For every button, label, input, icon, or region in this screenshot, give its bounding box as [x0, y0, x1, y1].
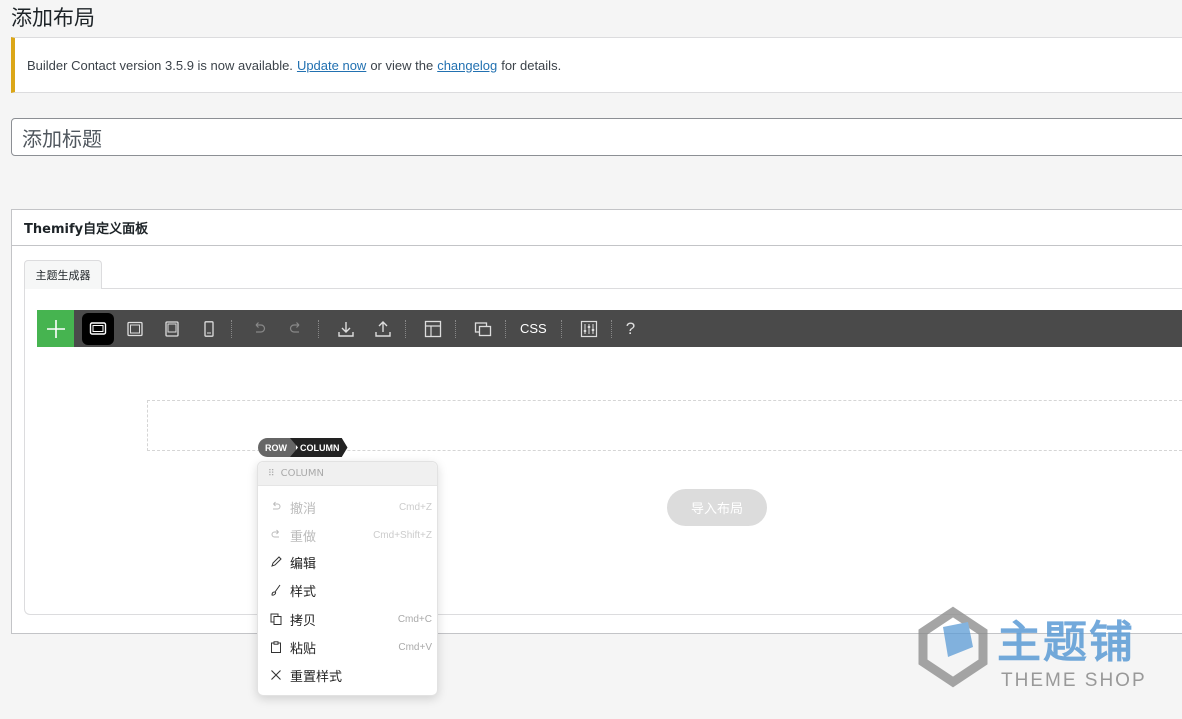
menu-item-style[interactable]: 样式 [258, 578, 439, 602]
menu-item-edit[interactable]: 编辑 [258, 550, 439, 574]
menu-item-copy[interactable]: 拷贝 Cmd+C [258, 607, 439, 631]
toolbar-separator [231, 319, 232, 338]
menu-item-label: 样式 [290, 584, 317, 600]
notice-text-middle: or view the [370, 57, 434, 73]
tablet-landscape-button[interactable] [119, 313, 151, 345]
toolbar-separator [318, 319, 319, 338]
toolbar-separator [455, 319, 456, 338]
tablet-portrait-button[interactable] [156, 313, 188, 345]
sliders-icon [580, 320, 597, 337]
page-title: 添加布局 [11, 6, 95, 30]
paste-icon [269, 640, 283, 654]
menu-item-label: 重做 [290, 529, 317, 545]
plus-icon [46, 319, 65, 338]
menu-item-label: 粘贴 [290, 641, 317, 657]
mobile-icon [204, 320, 214, 337]
desktop-icon [89, 321, 107, 335]
settings-button[interactable] [573, 313, 605, 345]
layout-icon [424, 320, 442, 337]
import-layout-button[interactable]: 导入布局 [667, 489, 767, 526]
breadcrumb-column[interactable]: COLUMN [290, 438, 348, 457]
brush-icon [269, 583, 283, 597]
menu-item-label: 拷贝 [290, 613, 317, 629]
duplicate-button[interactable] [467, 313, 499, 345]
watermark-text: 主题铺 [997, 617, 1135, 668]
watermark-subtext: THEME SHOP [1001, 670, 1147, 691]
desktop-view-button[interactable] [82, 312, 114, 345]
context-menu: ⠿ COLUMN 撤消 Cmd+Z 重做 Cmd+Shift+Z 编辑 样式 拷… [257, 461, 438, 696]
redo-button[interactable] [280, 313, 312, 345]
theme-shop-logo-icon [918, 606, 988, 688]
drag-handle-icon: ⠿ [268, 468, 275, 479]
update-now-link[interactable]: Update now [297, 58, 366, 73]
menu-item-shortcut: Cmd+C [397, 613, 432, 625]
menu-item-label: 重置样式 [290, 669, 343, 685]
menu-item-undo[interactable]: 撤消 Cmd+Z [258, 495, 439, 519]
title-input[interactable]: 添加标题 [11, 118, 1182, 156]
close-icon [269, 668, 283, 682]
download-icon [338, 321, 354, 337]
toolbar-separator [405, 319, 406, 338]
menu-item-shortcut: Cmd+V [398, 641, 432, 653]
redo-icon [289, 321, 300, 333]
import-button[interactable] [330, 313, 362, 345]
builder-toolbar: CSS ? [37, 310, 1182, 347]
css-button[interactable]: CSS [520, 321, 547, 336]
toolbar-separator [610, 319, 612, 338]
tab-theme-builder[interactable]: 主题生成器 [24, 260, 102, 289]
pencil-icon [269, 555, 283, 569]
update-notice: Builder Contact version 3.5.9 is now ava… [11, 37, 1182, 93]
menu-item-shortcut: Cmd+Shift+Z [373, 529, 432, 541]
add-module-button[interactable] [37, 310, 74, 347]
changelog-link[interactable]: changelog [437, 58, 497, 73]
watermark: 主题铺 THEME SHOP [913, 600, 1163, 695]
panel-title: Themify自定义面板 [12, 210, 1182, 246]
breadcrumb-row[interactable]: ROW [258, 438, 296, 457]
undo-button[interactable] [243, 313, 275, 345]
menu-item-label: 编辑 [290, 556, 317, 572]
tablet-portrait-icon [165, 320, 179, 337]
tablet-landscape-icon [127, 321, 143, 336]
redo-icon [269, 528, 283, 542]
duplicate-icon [474, 321, 492, 336]
upload-icon [375, 320, 391, 337]
undo-icon [255, 321, 266, 333]
toolbar-separator [505, 319, 506, 338]
context-menu-header[interactable]: ⠿ COLUMN [258, 462, 437, 486]
undo-icon [269, 500, 283, 514]
notice-text: Builder Contact version 3.5.9 is now ava… [27, 57, 293, 73]
notice-text-after: for details. [501, 57, 562, 73]
menu-item-paste[interactable]: 粘贴 Cmd+V [258, 635, 439, 659]
breadcrumb: ROW COLUMN [258, 438, 348, 457]
menu-item-reset-style[interactable]: 重置样式 [258, 663, 439, 687]
menu-item-shortcut: Cmd+Z [398, 501, 432, 513]
layouts-button[interactable] [417, 313, 449, 345]
help-button[interactable]: ? [626, 319, 635, 339]
menu-item-label: 撤消 [290, 501, 317, 517]
export-button[interactable] [367, 313, 399, 345]
context-menu-title: COLUMN [280, 468, 324, 479]
title-placeholder: 添加标题 [22, 126, 102, 151]
mobile-view-button[interactable] [193, 313, 225, 345]
menu-item-redo[interactable]: 重做 Cmd+Shift+Z [258, 523, 439, 547]
copy-icon [269, 612, 283, 626]
toolbar-separator [560, 319, 562, 338]
